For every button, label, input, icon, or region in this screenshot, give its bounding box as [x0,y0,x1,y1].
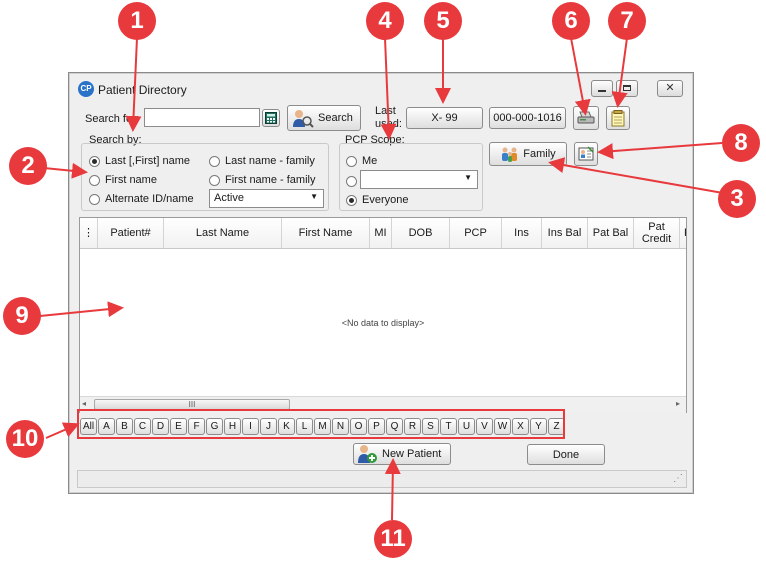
patient-search-icon [293,110,314,128]
patient-grid[interactable]: ⋮ Patient# Last Name First Name MI DOB P… [79,217,687,413]
column-header[interactable]: Ins [502,218,542,248]
window-title: Patient Directory [98,83,187,97]
scanner-button[interactable] [573,106,599,130]
last-used-label-line1: Last [375,105,396,117]
radio-label: First name [105,174,157,186]
radio-first-name-family[interactable]: First name - family [209,174,327,188]
notepad-icon [611,109,625,126]
scanner-icon [577,111,595,124]
callout-badge-10: 10 [6,420,44,458]
callout-badge-1: 1 [118,2,156,40]
radio-pcp-me[interactable]: Me [346,155,406,169]
column-header[interactable]: Last Name [164,218,282,248]
callout-badge-5: 5 [424,2,462,40]
alphabet-highlight-box [77,409,565,439]
callout-badge-6: 6 [552,2,590,40]
column-header[interactable]: First Name [282,218,370,248]
grid-header: ⋮ Patient# Last Name First Name MI DOB P… [80,218,686,249]
maximize-icon [623,85,631,91]
radio-label: Last name - family [225,155,315,167]
notes-button[interactable] [606,106,630,130]
patient-status-value: Active [214,192,244,204]
radio-label: Everyone [362,194,409,206]
radio-button[interactable] [346,195,357,206]
column-header[interactable]: PCP [450,218,502,248]
last-used-label-line2: used: [375,118,402,130]
contact-card-button[interactable] [574,142,598,166]
last-used-button-2[interactable]: 000-000-1016 [489,107,566,129]
radio-button[interactable] [89,175,100,186]
radio-alternate-id[interactable]: Alternate ID/name [89,193,209,207]
search-button[interactable]: Search [287,105,361,131]
callout-badge-4: 4 [366,2,404,40]
new-patient-button[interactable]: New Patient [353,443,451,465]
callout-badge-8: 8 [722,124,760,162]
close-icon: ✕ [665,82,675,94]
callout-badge-2: 2 [9,147,47,185]
scroll-left-icon[interactable]: ◂ [82,399,86,408]
radio-pcp-everyone[interactable]: Everyone [346,194,426,208]
column-header[interactable]: Patient# [98,218,164,248]
search-label: Search for: [85,113,139,125]
column-header[interactable]: DOB [392,218,450,248]
callout-badge-9: 9 [3,297,41,335]
radio-last-name-family[interactable]: Last name - family [209,155,327,169]
empty-grid-message: <No data to display> [341,318,425,328]
done-button[interactable]: Done [527,444,605,465]
column-chooser-icon[interactable]: ⋮ [80,218,98,248]
radio-first-name[interactable]: First name [89,174,209,188]
app-logo-icon: CP [78,81,94,97]
new-patient-label: New Patient [382,448,442,460]
family-button[interactable]: Family [489,142,567,166]
family-button-label: Family [523,148,556,160]
radio-last-first-name[interactable]: Last [,First] name [89,155,209,169]
column-header[interactable]: Pat Credit [634,218,680,248]
close-button[interactable]: ✕ [657,80,683,97]
minimize-button[interactable] [591,80,613,97]
column-header[interactable]: Pr [680,218,686,248]
scroll-right-icon[interactable]: ▸ [676,399,680,408]
calculator-icon [265,112,277,124]
maximize-button[interactable] [616,80,638,97]
last-used-label: Last used: [375,105,402,131]
callout-badge-7: 7 [608,2,646,40]
radio-label: Me [362,155,378,167]
search-input[interactable] [144,108,260,127]
callout-badge-11: 11 [374,520,412,558]
radio-button[interactable] [89,156,100,167]
family-icon [502,147,518,162]
column-header[interactable]: MI [370,218,392,248]
add-patient-icon [358,445,377,463]
resize-grip-icon[interactable]: ⋰ [673,473,683,484]
radio-pcp-provider[interactable] [346,175,360,189]
column-header[interactable]: Ins Bal [542,218,588,248]
radio-button[interactable] [346,156,357,167]
column-header[interactable]: Pat Bal [588,218,634,248]
radio-label: First name - family [225,174,316,186]
radio-button[interactable] [89,194,100,205]
radio-button[interactable] [209,156,220,167]
radio-label: Alternate ID/name [105,193,194,205]
chevron-down-icon: ▼ [310,192,318,201]
radio-button[interactable] [346,176,357,187]
last-used-button-1[interactable]: X- 99 [406,107,483,129]
minimize-icon [598,90,606,92]
radio-button[interactable] [209,175,220,186]
status-bar: ⋰ [77,470,687,488]
chevron-down-icon: ▼ [464,173,472,182]
callout-badge-3: 3 [718,180,756,218]
pcp-provider-select[interactable]: ▼ [360,170,478,189]
radio-label: Last [,First] name [105,155,190,167]
title-bar: CP Patient Directory ✕ [69,73,693,101]
contact-card-icon [578,146,594,161]
patient-status-select[interactable]: Active ▼ [209,189,324,208]
calculator-button[interactable] [262,109,280,127]
search-button-label: Search [318,112,353,124]
